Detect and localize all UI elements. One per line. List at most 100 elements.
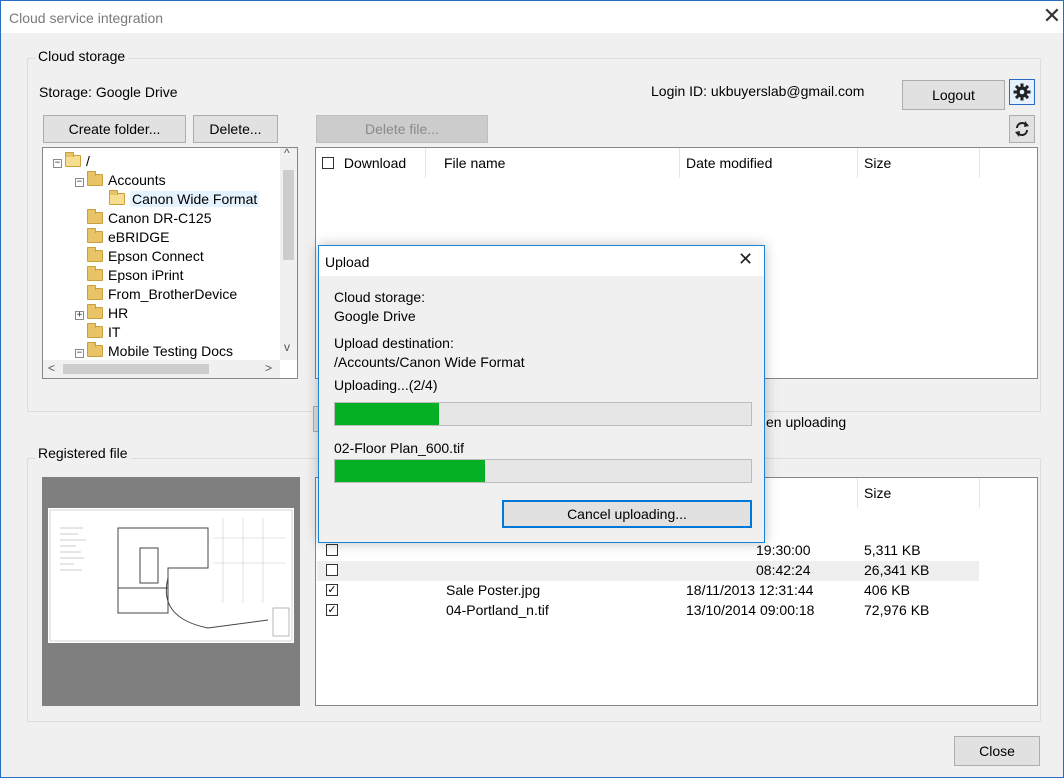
registered-size-cell: 26,341 KB bbox=[864, 562, 930, 578]
option-label-partial: en uploading bbox=[766, 414, 847, 430]
create-folder-button[interactable]: Create folder... bbox=[43, 115, 186, 143]
login-id-label: Login ID: ukbuyerslab@gmail.com bbox=[651, 83, 865, 99]
folder-icon bbox=[87, 304, 103, 319]
upload-dialog: Upload ✕ Cloud storage: Google Drive Upl… bbox=[318, 245, 765, 543]
tree-item[interactable]: IT bbox=[75, 323, 120, 342]
download-checkbox[interactable] bbox=[326, 544, 338, 556]
tree-item[interactable]: Epson iPrint bbox=[75, 266, 183, 285]
tree-item-label: Accounts bbox=[108, 172, 166, 188]
close-button[interactable]: Close bbox=[954, 736, 1040, 766]
delete-file-button[interactable]: Delete file... bbox=[316, 115, 488, 143]
col-download-label: Download bbox=[343, 155, 407, 171]
delete-folder-button[interactable]: Delete... bbox=[193, 115, 278, 143]
refresh-button[interactable] bbox=[1009, 115, 1035, 143]
tree-scroll-thumb-h[interactable] bbox=[63, 364, 209, 374]
window-client: Cloud storage Storage: Google Drive Logi… bbox=[1, 33, 1063, 777]
dialog-storage-value: Google Drive bbox=[334, 308, 416, 324]
folder-tree[interactable]: − / − Accounts Canon Wide Format Canon DR-C12… bbox=[42, 147, 298, 379]
registered-date-cell: 08:42:24 bbox=[756, 562, 811, 578]
folder-icon bbox=[87, 209, 103, 224]
tree-item-label: Epson iPrint bbox=[108, 267, 184, 283]
scroll-left-icon[interactable]: < bbox=[48, 361, 55, 375]
tree-item-label: eBRIDGE bbox=[108, 229, 170, 245]
folder-icon bbox=[87, 342, 103, 357]
cloud-storage-group-label: Cloud storage bbox=[35, 48, 129, 64]
upload-dialog-titlebar: Upload ✕ bbox=[319, 246, 764, 276]
tree-item-label: From_BrotherDevice bbox=[108, 286, 238, 302]
collapse-icon[interactable]: − bbox=[75, 349, 84, 358]
tree-item[interactable]: − Accounts bbox=[75, 171, 166, 190]
window-title: Cloud service integration bbox=[9, 10, 164, 26]
expand-icon[interactable]: + bbox=[75, 311, 84, 320]
tree-item[interactable]: eBRIDGE bbox=[75, 228, 169, 247]
tree-item-label: Mobile Testing Docs bbox=[108, 343, 234, 359]
col-download[interactable]: Download bbox=[316, 148, 426, 178]
tree-item[interactable]: Epson Connect bbox=[75, 247, 204, 266]
download-checkbox[interactable]: ✓ bbox=[326, 604, 338, 616]
registered-size-cell: 72,976 KB bbox=[864, 602, 930, 618]
logout-button[interactable]: Logout bbox=[902, 80, 1005, 110]
storage-label: Storage: Google Drive bbox=[39, 84, 178, 100]
registered-file-group-label: Registered file bbox=[35, 445, 131, 461]
folder-icon bbox=[87, 228, 103, 243]
folder-icon bbox=[87, 285, 103, 300]
col-size[interactable]: Size bbox=[858, 148, 980, 178]
registered-size-cell: 5,311 KB bbox=[864, 542, 921, 558]
window-close-icon[interactable]: ✕ bbox=[1041, 3, 1063, 29]
tree-scroll-thumb-v[interactable] bbox=[283, 170, 294, 260]
tree-vertical-scrollbar[interactable]: ^ v bbox=[280, 148, 297, 360]
folder-open-icon bbox=[65, 152, 81, 167]
tree-item[interactable]: Canon Wide Format bbox=[97, 190, 260, 209]
registered-date-cell: 13/10/2014 09:00:18 bbox=[686, 602, 815, 618]
folder-icon bbox=[87, 323, 103, 338]
overall-progress-fill bbox=[335, 403, 439, 425]
col-date-modified[interactable]: Date modified bbox=[680, 148, 858, 178]
registered-date-cell: 19:30:00 bbox=[756, 542, 811, 558]
gear-icon bbox=[1013, 83, 1031, 101]
registered-date-cell: 18/11/2013 12:31:44 bbox=[686, 582, 814, 598]
tree-item-label: HR bbox=[108, 305, 129, 321]
reg-col-size[interactable]: Size bbox=[858, 478, 980, 508]
folder-icon bbox=[87, 266, 103, 281]
collapse-icon[interactable]: − bbox=[53, 159, 62, 168]
upload-dialog-title: Upload bbox=[325, 254, 370, 270]
folder-icon bbox=[87, 171, 103, 186]
download-checkbox[interactable] bbox=[326, 564, 338, 576]
file-preview bbox=[42, 477, 300, 706]
folder-icon bbox=[87, 247, 103, 262]
tree-item[interactable]: From_BrotherDevice bbox=[75, 285, 237, 304]
tree-horizontal-scrollbar[interactable]: < > bbox=[43, 360, 280, 378]
floor-plan-thumbnail bbox=[48, 508, 294, 643]
file-progress-fill bbox=[335, 460, 485, 482]
tree-item[interactable]: − / bbox=[53, 152, 90, 171]
tree-item-label: Epson Connect bbox=[108, 248, 204, 264]
dialog-storage-heading: Cloud storage: bbox=[334, 289, 426, 305]
select-all-checkbox[interactable] bbox=[322, 157, 334, 169]
dialog-current-file: 02-Floor Plan_600.tif bbox=[334, 440, 464, 456]
cancel-uploading-button[interactable]: Cancel uploading... bbox=[502, 500, 752, 528]
scroll-up-icon[interactable]: ^ bbox=[284, 148, 290, 160]
collapse-icon[interactable]: − bbox=[75, 178, 84, 187]
col-file-name[interactable]: File name bbox=[426, 148, 680, 178]
overall-progress-bar bbox=[334, 402, 752, 426]
refresh-icon bbox=[1015, 121, 1029, 137]
scroll-down-icon[interactable]: v bbox=[284, 340, 290, 354]
download-checkbox[interactable]: ✓ bbox=[326, 584, 338, 596]
tree-item-label: Canon DR-C125 bbox=[108, 210, 212, 226]
dialog-destination-heading: Upload destination: bbox=[334, 335, 454, 351]
tree-item[interactable]: − Mobile Testing Docs bbox=[75, 342, 233, 361]
dialog-upload-status: Uploading...(2/4) bbox=[334, 377, 438, 393]
tree-item-label: IT bbox=[108, 324, 121, 340]
upload-dialog-close-icon[interactable]: ✕ bbox=[738, 249, 753, 270]
title-bar: Cloud service integration ✕ bbox=[1, 1, 1063, 33]
dialog-destination-value: /Accounts/Canon Wide Format bbox=[334, 354, 525, 370]
folder-open-icon bbox=[109, 190, 125, 205]
settings-button[interactable] bbox=[1009, 79, 1035, 105]
scroll-right-icon[interactable]: > bbox=[265, 361, 272, 375]
tree-item[interactable]: Canon DR-C125 bbox=[75, 209, 212, 228]
registered-size-cell: 406 KB bbox=[864, 582, 910, 598]
registered-name-cell: 04-Portland_n.tif bbox=[446, 602, 549, 618]
tree-item[interactable]: + HR bbox=[75, 304, 128, 323]
tree-item-label: / bbox=[86, 153, 90, 169]
registered-name-cell: Sale Poster.jpg bbox=[446, 582, 541, 598]
